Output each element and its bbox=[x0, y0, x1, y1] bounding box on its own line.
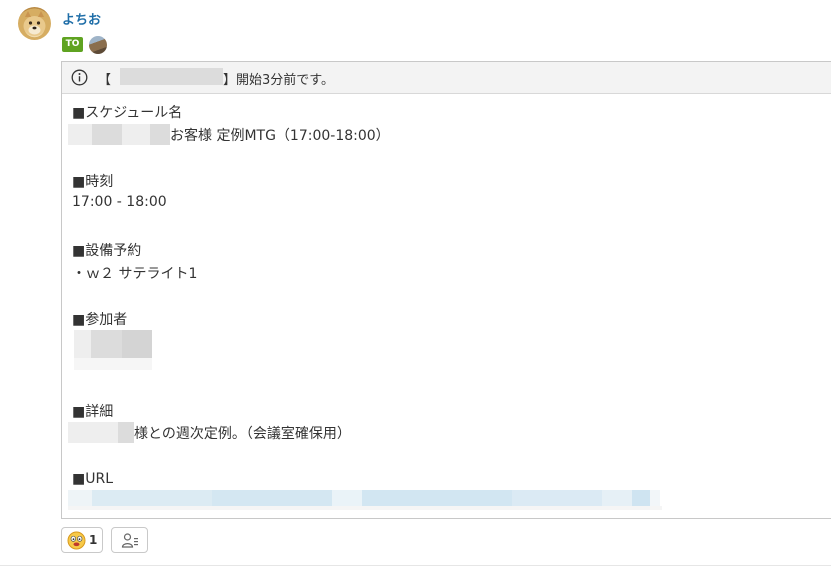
redacted-client-name bbox=[68, 422, 118, 443]
sender-avatar[interactable] bbox=[18, 7, 51, 40]
redacted-attendee bbox=[74, 358, 152, 370]
reaction-emoji-button[interactable]: 1 bbox=[61, 527, 103, 553]
reaction-count: 1 bbox=[89, 533, 98, 547]
redacted-client-part bbox=[122, 124, 150, 145]
schedule-name-heading: ■スケジュール名 bbox=[72, 105, 183, 121]
attendees-heading: ■参加者 bbox=[72, 312, 128, 328]
to-badge: TO bbox=[62, 37, 83, 52]
redacted-attendee bbox=[91, 330, 122, 358]
time-value: 17:00 - 18:00 bbox=[72, 194, 167, 210]
member-list-button[interactable] bbox=[111, 527, 148, 553]
redacted-client-part bbox=[150, 124, 170, 145]
message-card-header: 【 】開始3分前です。 bbox=[62, 62, 831, 94]
message-divider bbox=[0, 565, 831, 566]
equipment-heading: ■設備予約 bbox=[72, 243, 142, 259]
details-value: 様との週次定例。（会議室確保用） bbox=[134, 426, 351, 442]
recipient-avatar[interactable] bbox=[89, 36, 107, 54]
header-notice-text: 】開始3分前です。 bbox=[223, 73, 334, 88]
redacted-client-part bbox=[68, 124, 92, 145]
message-card: 【 】開始3分前です。 ■スケジュール名 お客様 定例MTG（17:00-18:… bbox=[61, 61, 831, 519]
redacted-schedule-title bbox=[120, 68, 223, 85]
equipment-value: ・ｗ２ サテライト1 bbox=[72, 266, 198, 282]
redacted-attendee bbox=[122, 330, 152, 358]
redacted-attendee bbox=[74, 330, 91, 358]
blurred-url-link[interactable] bbox=[62, 490, 662, 510]
header-bracket-open: 【 bbox=[98, 73, 112, 88]
url-heading: ■URL bbox=[72, 471, 114, 487]
redacted-client-part bbox=[92, 124, 122, 145]
schedule-name-value: お客様 定例MTG（17:00-18:00） bbox=[170, 128, 390, 144]
info-icon bbox=[71, 69, 88, 86]
sender-name[interactable]: よちお bbox=[62, 9, 101, 28]
member-list-icon bbox=[121, 533, 138, 548]
time-heading: ■時刻 bbox=[72, 174, 114, 190]
redacted-client-name bbox=[118, 422, 134, 443]
smiling-face-icon bbox=[67, 531, 86, 550]
details-heading: ■詳細 bbox=[72, 404, 114, 420]
